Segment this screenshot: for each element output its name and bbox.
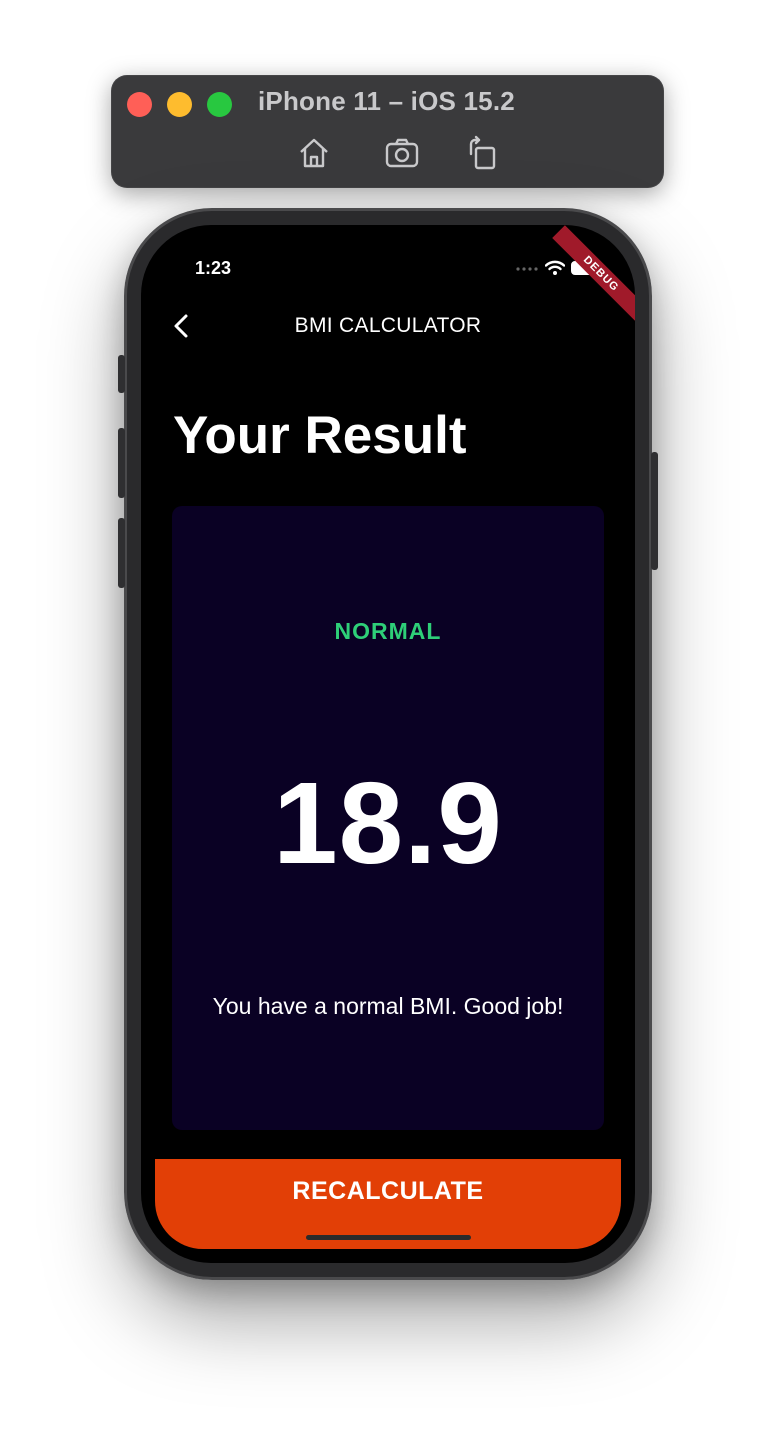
phone-screen: 1:23 DEBUG BMI CALCULATOR Your Result NO…: [141, 225, 635, 1263]
bmi-interpretation: You have a normal BMI. Good job!: [212, 993, 564, 1019]
cellular-signal-icon: [516, 267, 538, 271]
home-indicator[interactable]: [306, 1235, 471, 1240]
bmi-status-label: NORMAL: [334, 618, 442, 644]
wifi-icon: [545, 260, 565, 275]
rotate-icon[interactable]: [463, 134, 501, 172]
bmi-value: 18.9: [273, 758, 503, 888]
simulator-stage: iPhone 11 – iOS 15.2 1:23 DEBUG BMI CALC…: [0, 0, 776, 1430]
result-card: NORMAL 18.9 You have a normal BMI. Good …: [172, 506, 604, 1130]
status-time: 1:23: [195, 258, 232, 278]
home-icon[interactable]: [295, 134, 333, 172]
minimize-window-button[interactable]: [167, 92, 192, 117]
zoom-window-button[interactable]: [207, 92, 232, 117]
power-button: [651, 452, 658, 570]
mute-switch: [118, 355, 125, 393]
app-bar-title: BMI CALCULATOR: [294, 314, 482, 337]
volume-down-button: [118, 518, 125, 588]
recalculate-label: RECALCULATE: [292, 1177, 484, 1205]
volume-up-button: [118, 428, 125, 498]
screenshot-icon[interactable]: [383, 134, 421, 172]
page-title: Your Result: [173, 406, 467, 465]
close-window-button[interactable]: [127, 92, 152, 117]
simulator-title: iPhone 11 – iOS 15.2: [258, 86, 515, 116]
